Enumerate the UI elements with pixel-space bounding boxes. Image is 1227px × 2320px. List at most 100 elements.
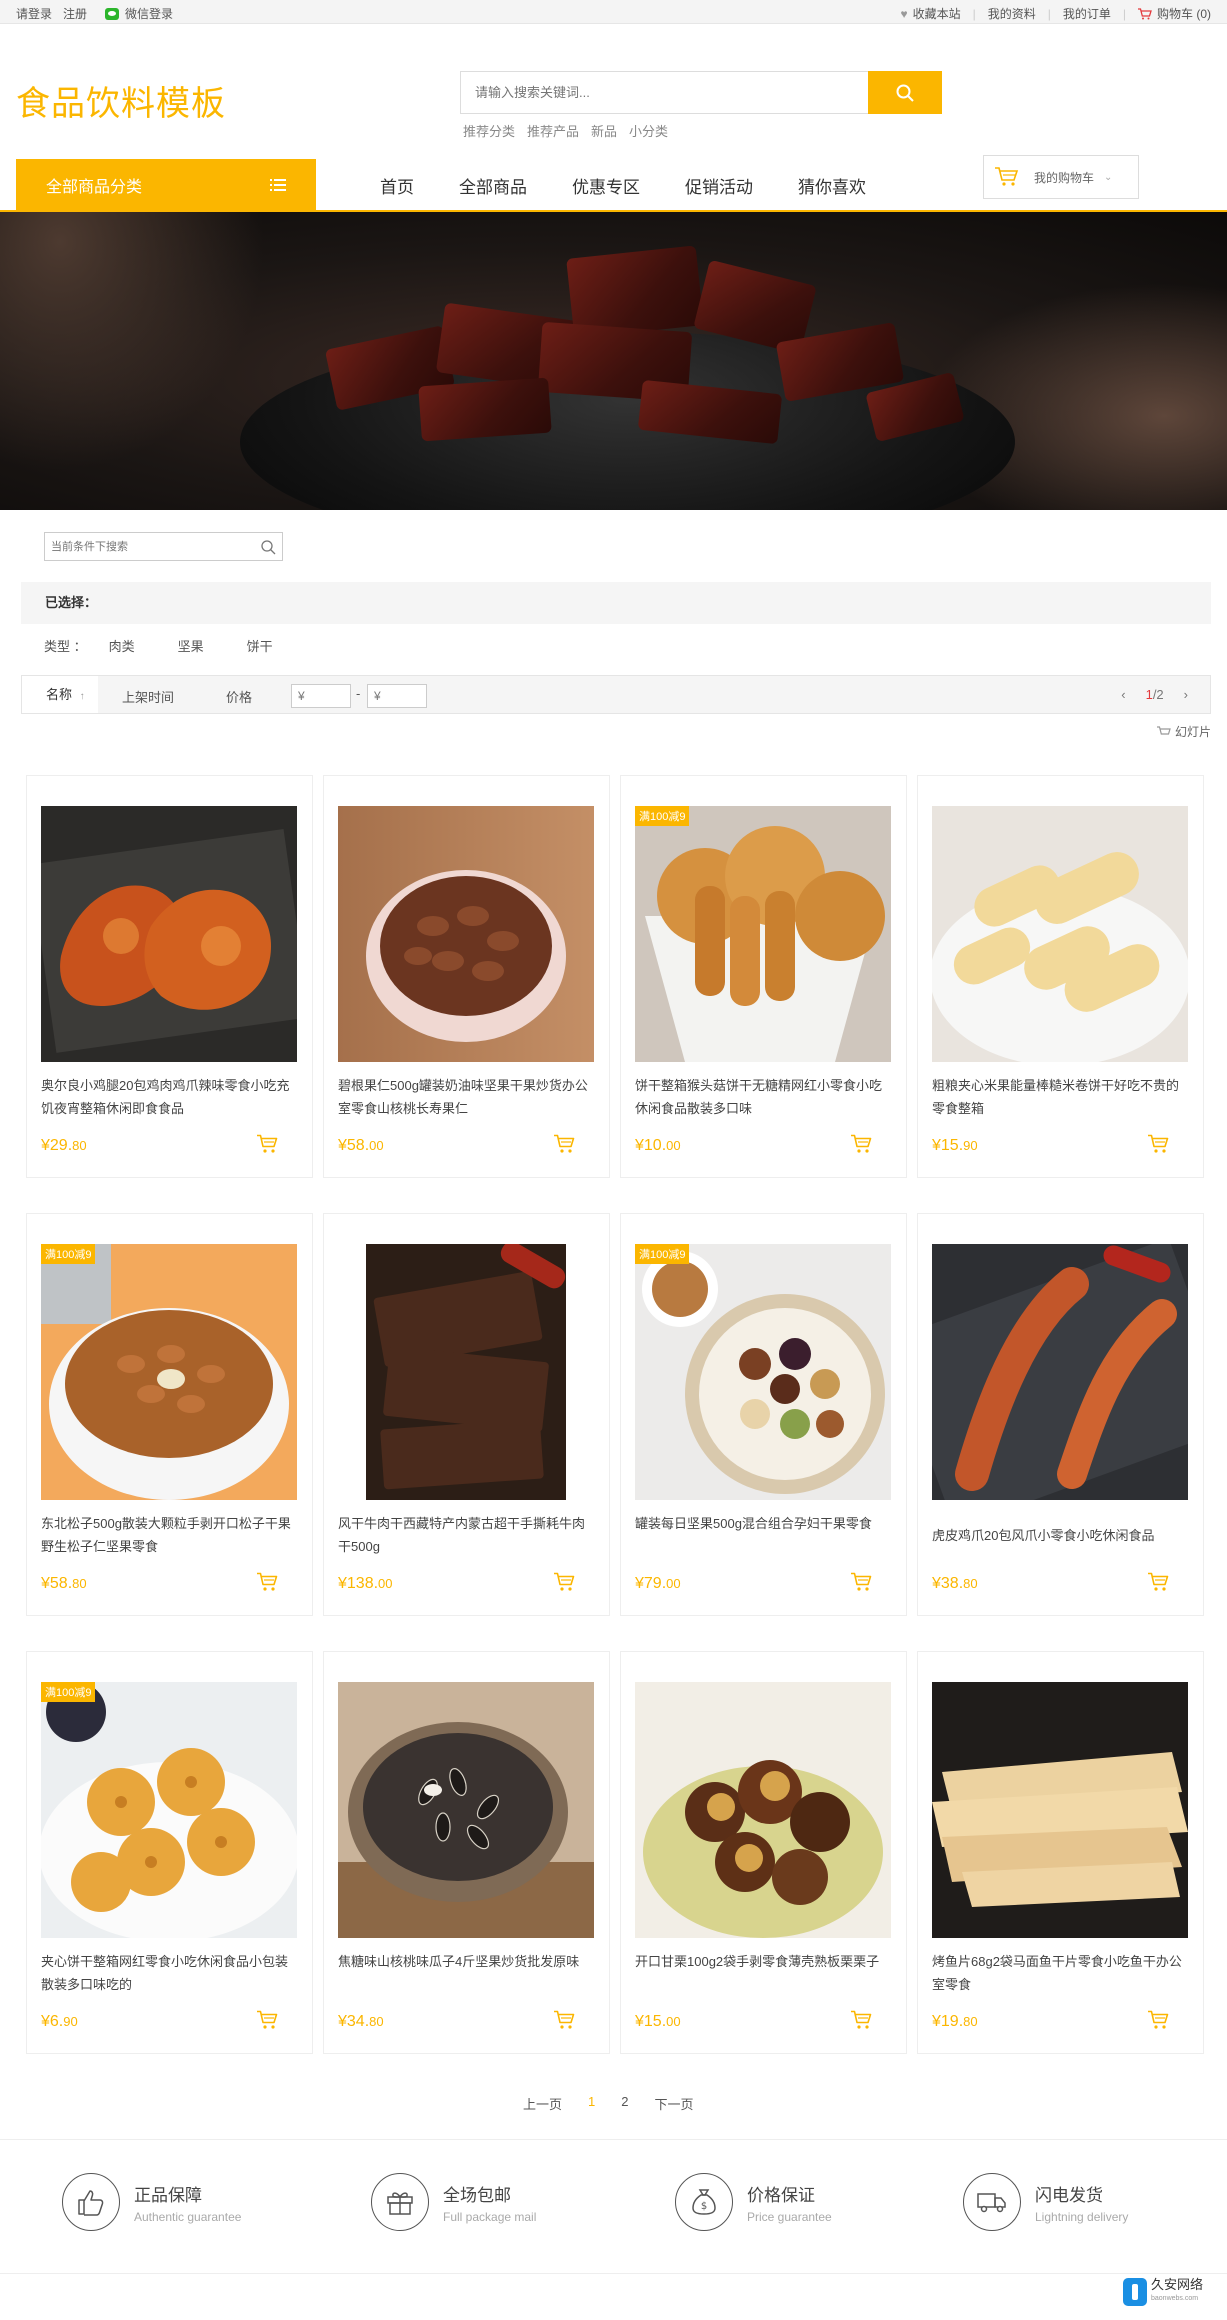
wechat-login-link[interactable]: 微信登录 — [125, 5, 184, 22]
product-card[interactable]: 粗粮夹心米果能量棒糙米卷饼干好吃不贵的零食整箱 ¥15.90 — [917, 775, 1204, 1178]
add-to-cart-icon[interactable] — [850, 2010, 874, 2030]
all-categories-button[interactable]: 全部商品分类 — [16, 159, 316, 211]
nav-item-recommended[interactable]: 猜你喜欢 — [798, 173, 866, 198]
product-card[interactable]: 开口甘栗100g2袋手剥零食薄壳熟板栗栗子 ¥15.00 — [620, 1651, 907, 2054]
promo-badge: 满100减9 — [635, 806, 690, 826]
product-card[interactable]: 虎皮鸡爪20包风爪小零食小吃休闲食品 ¥38.80 — [917, 1213, 1204, 1616]
product-image[interactable] — [635, 806, 891, 1062]
add-to-cart-icon[interactable] — [553, 1572, 577, 1592]
add-to-cart-icon[interactable] — [256, 2010, 280, 2030]
page-link-2[interactable]: 2 — [621, 2094, 628, 2113]
product-card[interactable]: 满100减9 饼干整箱猴头菇饼干无糖精网红小零食小吃休闲食品散装多口味 ¥10.00 — [620, 775, 907, 1178]
product-card[interactable]: 满100减9 东北松子500g散装大颗粒手剥开口松子干果野生松子仁坚果零食 ¥58.… — [26, 1213, 313, 1616]
hot-word[interactable]: 推荐产品 — [527, 121, 579, 140]
price-decimal: 90 — [963, 1138, 978, 1153]
sort-by-time[interactable]: 上架时间 — [122, 687, 174, 706]
hot-word[interactable]: 推荐分类 — [463, 121, 515, 140]
product-title[interactable]: 开口甘栗100g2袋手剥零食薄壳熟板栗栗子 — [635, 1950, 893, 1996]
hot-word[interactable]: 小分类 — [629, 121, 668, 140]
sort-by-price[interactable]: 价格 — [226, 687, 252, 706]
product-price: ¥34.80 — [338, 2013, 384, 2031]
service-subtitle: Price guarantee — [747, 2209, 832, 2224]
my-cart-button[interactable]: 我的购物车 ⌄ — [983, 155, 1139, 199]
product-card[interactable]: 满100减9 夹心饼干整箱网红零食小吃休闲食品小包装散装多口味吃的 ¥6.90 — [26, 1651, 313, 2054]
product-title[interactable]: 夹心饼干整箱网红零食小吃休闲食品小包装散装多口味吃的 — [41, 1950, 299, 1996]
page-link-1[interactable]: 1 — [588, 2094, 595, 2113]
money-bag-icon: $ — [675, 2173, 733, 2231]
condition-search-input[interactable] — [45, 533, 245, 560]
product-image[interactable] — [635, 1682, 891, 1938]
cart-link[interactable]: 购物车 (0) — [1137, 5, 1211, 22]
product-card[interactable]: 烤鱼片68g2袋马面鱼干片零食小吃鱼干办公室零食 ¥19.80 — [917, 1651, 1204, 2054]
product-image[interactable] — [635, 1244, 891, 1500]
nav-item-home[interactable]: 首页 — [380, 173, 414, 198]
add-to-cart-icon[interactable] — [850, 1134, 874, 1154]
add-to-cart-icon[interactable] — [256, 1572, 280, 1592]
product-image[interactable] — [338, 1682, 594, 1938]
slideshow-toggle[interactable]: 幻灯片 — [1156, 723, 1211, 740]
add-to-cart-icon[interactable] — [553, 1134, 577, 1154]
nav-item-discounts[interactable]: 优惠专区 — [572, 173, 640, 198]
cart-icon — [1137, 7, 1152, 19]
search-button[interactable] — [868, 71, 942, 114]
my-orders-link[interactable]: 我的订单 — [1063, 5, 1111, 22]
type-option[interactable]: 饼干 — [247, 636, 273, 655]
product-image[interactable] — [41, 1244, 297, 1500]
product-card[interactable]: 焦糖味山核桃味瓜子4斤坚果炒货批发原味 ¥34.80 — [323, 1651, 610, 2054]
product-price: ¥29.80 — [41, 1137, 87, 1155]
add-to-cart-icon[interactable] — [1147, 1134, 1171, 1154]
product-title[interactable]: 粗粮夹心米果能量棒糙米卷饼干好吃不贵的零食整箱 — [932, 1074, 1190, 1120]
type-option[interactable]: 肉类 — [109, 636, 135, 655]
add-to-cart-icon[interactable] — [553, 2010, 577, 2030]
login-link[interactable]: 请登录 — [16, 5, 63, 22]
product-card[interactable]: 奥尔良小鸡腿20包鸡肉鸡爪辣味零食小吃充饥夜宵整箱休闲即食食品 ¥29.80 — [26, 775, 313, 1178]
search-input[interactable] — [461, 72, 868, 113]
product-image[interactable] — [338, 806, 594, 1062]
next-page-link[interactable]: 下一页 — [654, 2094, 693, 2113]
hot-word[interactable]: 新品 — [591, 121, 617, 140]
prev-page-link[interactable]: 上一页 — [523, 2094, 562, 2113]
site-logo[interactable]: 食品饮料模板 — [16, 76, 226, 125]
product-card[interactable]: 满100减9 罐装每日坚果500g混合组合孕妇干果零食 ¥79.00 — [620, 1213, 907, 1616]
product-card[interactable]: 风干牛肉干西藏特产内蒙古超干手撕耗牛肉干500g ¥138.00 — [323, 1213, 610, 1616]
my-profile-link[interactable]: 我的资料 — [988, 5, 1036, 22]
product-title[interactable]: 饼干整箱猴头菇饼干无糖精网红小零食小吃休闲食品散装多口味 — [635, 1074, 893, 1120]
mini-pager: ‹ 1/2 › — [1121, 687, 1188, 702]
price-decimal: 80 — [963, 2014, 978, 2029]
product-title[interactable]: 罐装每日坚果500g混合组合孕妇干果零食 — [635, 1512, 893, 1558]
add-to-cart-icon[interactable] — [256, 1134, 280, 1154]
price-min-input[interactable]: ¥ — [291, 684, 351, 708]
add-to-cart-icon[interactable] — [850, 1572, 874, 1592]
sort-by-name[interactable]: 名称 ↑ — [22, 676, 98, 713]
search-icon[interactable] — [260, 539, 276, 555]
product-title[interactable]: 虎皮鸡爪20包风爪小零食小吃休闲食品 — [932, 1524, 1190, 1570]
product-title[interactable]: 碧根果仁500g罐装奶油味坚果干果炒货办公室零食山核桃长寿果仁 — [338, 1074, 596, 1120]
promo-badge: 满100减9 — [41, 1682, 96, 1702]
chevron-left-icon[interactable]: ‹ — [1121, 687, 1125, 702]
product-image[interactable] — [932, 1244, 1188, 1500]
product-title[interactable]: 风干牛肉干西藏特产内蒙古超干手撕耗牛肉干500g — [338, 1512, 596, 1558]
product-image[interactable] — [932, 1682, 1188, 1938]
type-option[interactable]: 坚果 — [178, 636, 204, 655]
product-title[interactable]: 奥尔良小鸡腿20包鸡肉鸡爪辣味零食小吃充饥夜宵整箱休闲即食食品 — [41, 1074, 299, 1120]
register-link[interactable]: 注册 — [63, 5, 105, 22]
product-image[interactable] — [338, 1244, 594, 1500]
nav-item-all-products[interactable]: 全部商品 — [459, 173, 527, 198]
add-to-cart-icon[interactable] — [1147, 2010, 1171, 2030]
search-icon — [896, 84, 914, 102]
product-title[interactable]: 焦糖味山核桃味瓜子4斤坚果炒货批发原味 — [338, 1950, 596, 1996]
product-card[interactable]: 碧根果仁500g罐装奶油味坚果干果炒货办公室零食山核桃长寿果仁 ¥58.00 — [323, 775, 610, 1178]
price-max-input[interactable]: ¥ — [367, 684, 427, 708]
product-title[interactable]: 烤鱼片68g2袋马面鱼干片零食小吃鱼干办公室零食 — [932, 1950, 1190, 1996]
add-to-cart-icon[interactable] — [1147, 1572, 1171, 1592]
product-image[interactable] — [932, 806, 1188, 1062]
product-image[interactable] — [41, 1682, 297, 1938]
product-image[interactable] — [41, 806, 297, 1062]
hero-banner[interactable] — [0, 212, 1227, 510]
chevron-right-icon[interactable]: › — [1184, 687, 1188, 702]
truck-icon — [963, 2173, 1021, 2231]
product-price: ¥58.00 — [338, 1137, 384, 1155]
nav-item-promotions[interactable]: 促销活动 — [685, 173, 753, 198]
product-title[interactable]: 东北松子500g散装大颗粒手剥开口松子干果野生松子仁坚果零食 — [41, 1512, 299, 1558]
favorite-link[interactable]: ♥ 收藏本站 — [900, 5, 960, 22]
